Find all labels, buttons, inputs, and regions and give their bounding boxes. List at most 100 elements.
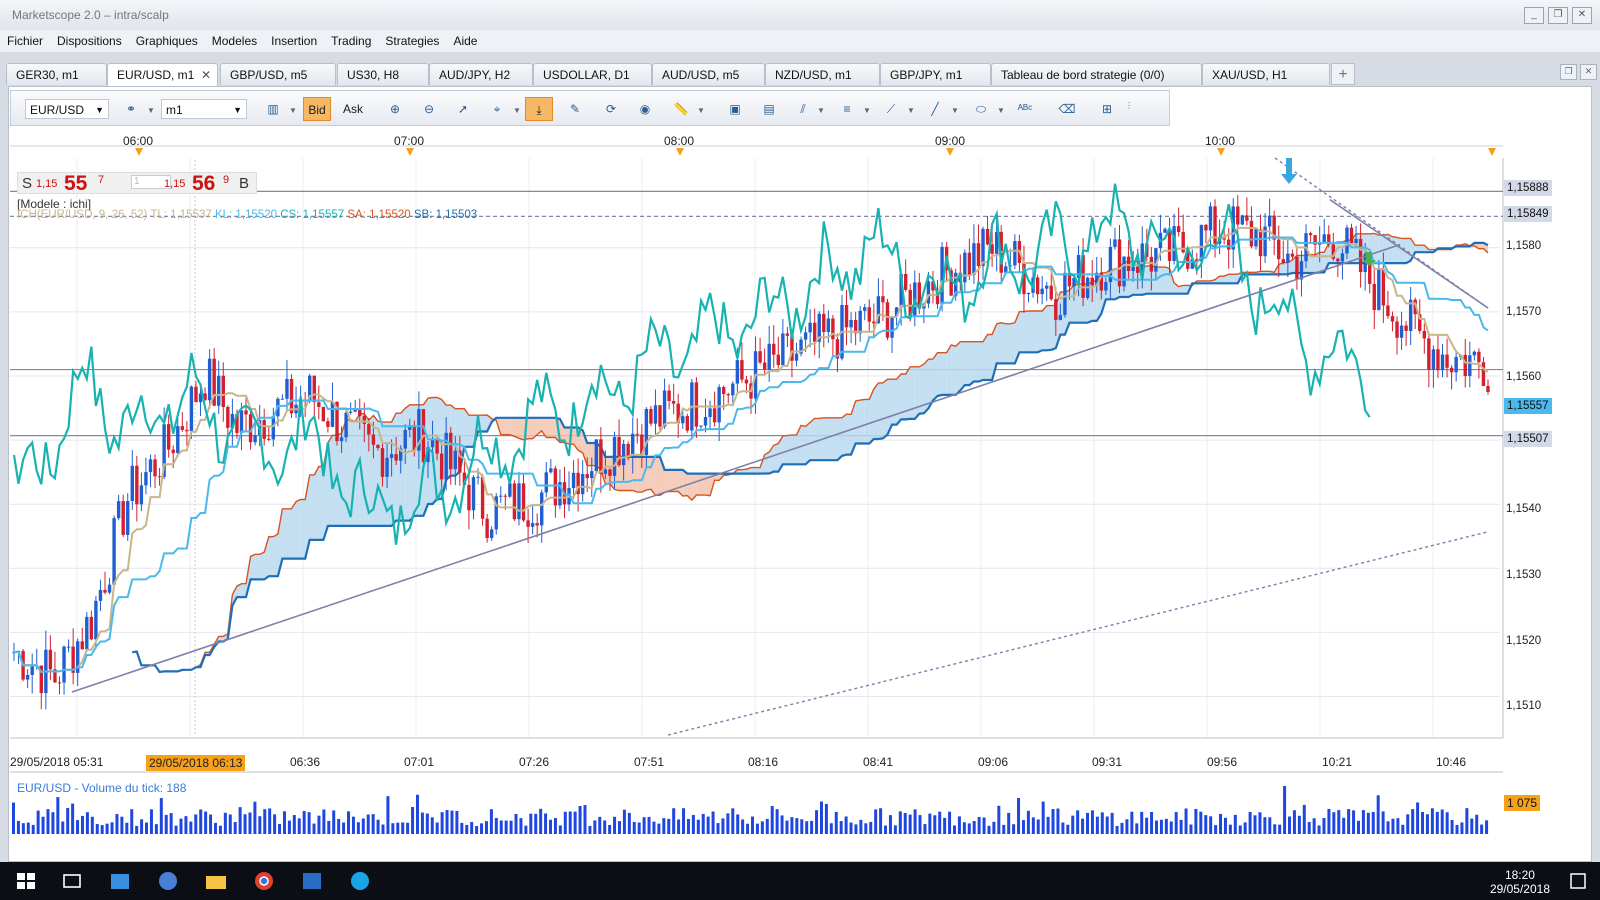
symbol-select[interactable]: EUR/USD ▼ [25,99,109,119]
zoom-in-icon[interactable]: ⊕ [381,97,409,121]
close-tab-icon[interactable]: ✕ [201,64,211,86]
tab-eurusd[interactable]: EUR/USD, m1 ✕ [107,63,218,87]
menu-dispositions[interactable]: Dispositions [50,34,129,48]
tab-audusd[interactable]: AUD/USD, m5 [652,63,765,85]
system-clock[interactable]: 18:20 29/05/2018 [1490,868,1550,896]
sell-label[interactable]: S [22,175,32,192]
chevron-down-icon[interactable]: ▼ [817,106,825,115]
date-tick: 09:31 [1092,755,1123,769]
tab-ger30[interactable]: GER30, m1 [6,63,107,85]
chevron-down-icon[interactable]: ▼ [697,106,705,115]
price-marker: 1,15888 [1504,180,1552,196]
indicator-legend[interactable]: ICH(EUR/USD, 9, 26, 52) TL: 1,15537 KL: … [17,209,477,221]
app-store-icon[interactable] [108,870,132,892]
time-tick: 10:00 [1205,134,1236,148]
buy-price[interactable]: 56 [192,172,215,196]
image-icon[interactable]: ▣ [721,97,749,121]
chart-type-icon[interactable]: ▥ [259,97,287,121]
minimize-button[interactable]: _ [1524,7,1544,24]
chikou-marker: 1,15557 [1504,398,1552,414]
tab-usdollar[interactable]: USDOLLAR, D1 [533,63,652,85]
link-icon[interactable]: ⚭ [117,97,145,121]
ruler-icon[interactable]: 📏 [667,97,695,121]
chrome-icon[interactable] [252,870,276,892]
file-explorer-icon[interactable] [204,870,228,892]
chevron-down-icon[interactable]: ▼ [997,106,1005,115]
ellipse-icon[interactable]: ⬭ [967,97,995,121]
tab-us30[interactable]: US30, H8 [337,63,429,85]
tab-gbpjpy[interactable]: GBP/JPY, m1 [880,63,991,85]
quote-widget[interactable]: S 1,15 55 7 1 1,15 56 9 B [17,172,257,196]
buy-label[interactable]: B [239,175,249,192]
marketscope-icon[interactable] [300,870,324,892]
close-button[interactable]: ✕ [1572,7,1592,24]
layout-icon[interactable]: ▤ [755,97,783,121]
task-view-icon[interactable] [60,870,84,892]
notification-icon[interactable] [1566,870,1590,892]
tab-label: AUD/USD, m5 [662,68,740,82]
hierarchy-icon[interactable]: ⊞ [1093,97,1121,121]
restore-panel-icon[interactable]: ❐ [1560,64,1577,80]
chevron-down-icon[interactable]: ▼ [289,106,297,115]
date-tick: 07:51 [634,755,665,769]
autoscroll-icon[interactable]: ⤓ [525,97,553,121]
time-tick: 06:00 [123,134,154,148]
date-tick: 07:01 [404,755,435,769]
menu-insertion[interactable]: Insertion [264,34,324,48]
tab-label: GER30, m1 [16,68,79,82]
date-tick: 07:26 [519,755,550,769]
window-controls: _ ❐ ✕ [1524,7,1592,24]
crosshair-icon[interactable]: ⌖ [483,97,511,121]
price-tick: 1,1510 [1506,700,1542,712]
chevron-down-icon[interactable]: ▼ [147,106,155,115]
chevron-down-icon: ▼ [233,105,242,115]
date-tick: 09:56 [1207,755,1238,769]
price-marker: 1,15849 [1504,206,1552,222]
tab-tableau-strategie[interactable]: Tableau de bord strategie (0/0) [991,63,1202,85]
browser-g-icon[interactable] [156,870,180,892]
fibonacci-icon[interactable]: ⫽ [789,97,817,121]
zoom-out-icon[interactable]: ⊖ [415,97,443,121]
hlines-icon[interactable]: ≡ [833,97,861,121]
tab-nzdusd[interactable]: NZD/USD, m1 [765,63,880,85]
menu-strategies[interactable]: Strategies [378,34,446,48]
pointer-icon[interactable]: ➚ [449,97,477,121]
chevron-down-icon[interactable]: ▼ [513,106,521,115]
skype-icon[interactable] [348,870,372,892]
add-tab-button[interactable]: + [1331,63,1355,85]
windows-start-icon[interactable] [14,870,38,892]
tab-xauusd[interactable]: XAU/USD, H1 [1202,63,1330,85]
fan-icon[interactable]: ⟋ [877,97,905,121]
menu-aide[interactable]: Aide [446,34,484,48]
tab-label: AUD/JPY, H2 [439,68,511,82]
close-panel-icon[interactable]: ✕ [1580,64,1597,80]
chevron-down-icon[interactable]: ▼ [907,106,915,115]
text-tool-icon[interactable]: ᴬᴮᶜ [1011,97,1039,121]
ask-button[interactable]: Ask [339,97,367,121]
menu-fichier[interactable]: Fichier [0,34,50,48]
menu-modeles[interactable]: Modeles [205,34,264,48]
menu-graphiques[interactable]: Graphiques [129,34,205,48]
tab-label: GBP/JPY, m1 [890,68,963,82]
bid-button[interactable]: Bid [303,97,331,121]
timeframe-select[interactable]: m1 ▼ [161,99,247,119]
tab-audjpy[interactable]: AUD/JPY, H2 [429,63,533,85]
date-tick: 10:46 [1436,755,1467,769]
buy-prefix: 1,15 [164,178,186,190]
tab-label: USDOLLAR, D1 [543,68,630,82]
restore-button[interactable]: ❐ [1548,7,1568,24]
sync-icon[interactable]: ⟳ [597,97,625,121]
chart-properties-icon[interactable]: ✎ [561,97,589,121]
trendline-icon[interactable]: ╱ [921,97,949,121]
symbol-value: EUR/USD [30,103,85,117]
toolbar-overflow-icon[interactable]: ⋮ [1125,101,1133,110]
chevron-down-icon[interactable]: ▼ [863,106,871,115]
menu-trading[interactable]: Trading [324,34,378,48]
sell-price[interactable]: 55 [64,172,87,196]
senkou-b-value: SB: 1,15503 [413,209,478,221]
chevron-down-icon: ▼ [95,105,104,115]
globe-icon[interactable]: ◉ [631,97,659,121]
eraser-icon[interactable]: ⌫ [1053,97,1081,121]
chevron-down-icon[interactable]: ▼ [951,106,959,115]
tab-gbpusd[interactable]: GBP/USD, m5 [220,63,336,85]
